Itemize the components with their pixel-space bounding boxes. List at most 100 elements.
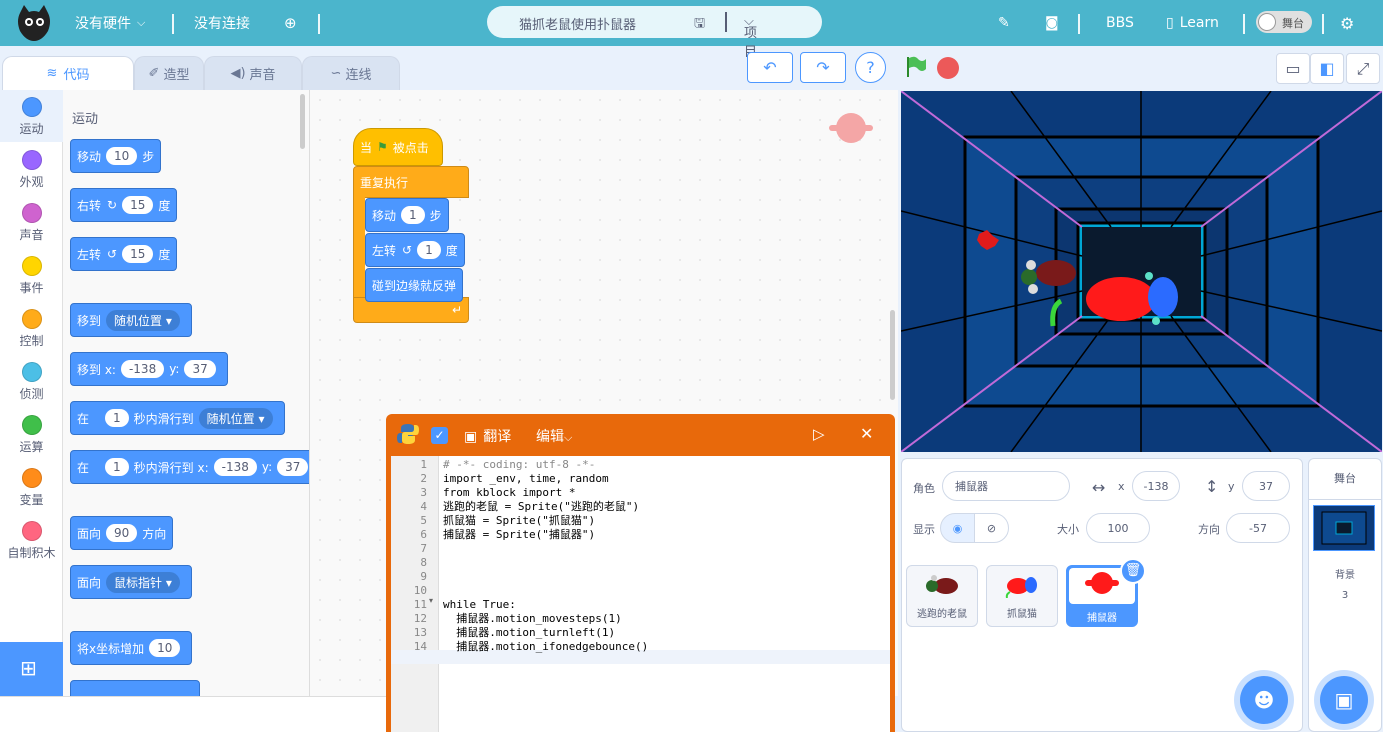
block-move-steps[interactable]: 移动 10 步 (70, 139, 162, 173)
block-input[interactable]: 37 (184, 360, 216, 378)
block-change-x[interactable]: 将x坐标增加 10 (70, 631, 193, 665)
undo-button[interactable]: ↶ (747, 52, 793, 83)
add-backdrop-button[interactable]: ▣ (1320, 676, 1368, 724)
block-input[interactable]: 15 (122, 196, 154, 214)
category-sensing[interactable]: 侦测 (0, 355, 63, 407)
green-flag-button[interactable] (904, 55, 928, 79)
sprite-thumb-mouse[interactable]: 逃跑的老鼠 (906, 565, 978, 627)
block-input[interactable]: 1 (105, 409, 129, 427)
block-point-direction[interactable]: 面向 90 方向 (70, 516, 174, 550)
block-bounce-on-edge[interactable]: 碰到边缘就反弹 (365, 268, 464, 302)
add-sprite-button[interactable]: ☻ (1240, 676, 1288, 724)
pencil-icon[interactable]: ✎ (998, 0, 1010, 46)
category-variables[interactable]: 变量 (0, 461, 63, 513)
sprite-name-input[interactable]: 捕鼠器 (942, 471, 1070, 501)
category-events[interactable]: 事件 (0, 249, 63, 301)
block-input[interactable]: 10 (106, 147, 138, 165)
translate-button[interactable]: ▣ 翻译 (464, 426, 511, 446)
block-input[interactable]: 10 (149, 639, 181, 657)
code-line[interactable]: 捕鼠器 = Sprite("捕鼠器") (443, 528, 595, 542)
block-dropdown[interactable]: 随机位置 ▾ (106, 309, 180, 331)
python-sync-checkbox[interactable]: ✓ (431, 427, 448, 444)
fullscreen-button[interactable]: ⤢ (1346, 53, 1380, 84)
code-line[interactable]: 捕鼠器.motion_turnleft(1) (443, 626, 615, 640)
block-input[interactable]: 15 (122, 245, 154, 263)
x-input[interactable]: -138 (1132, 471, 1180, 501)
code-line[interactable]: while True: (443, 598, 516, 612)
tab-code[interactable]: ≋ 代码 (2, 56, 134, 90)
run-button[interactable]: ▷ (813, 425, 825, 443)
fold-arrow-icon[interactable]: ▾ (429, 596, 433, 605)
category-looks[interactable]: 外观 (0, 143, 63, 195)
block-input[interactable]: -138 (213, 458, 257, 476)
close-button[interactable]: ✕ (860, 424, 873, 443)
category-sound[interactable]: 声音 (0, 196, 63, 248)
block-input[interactable]: 1 (417, 241, 441, 259)
connection-menu[interactable]: 没有连接 (194, 0, 250, 46)
direction-input[interactable]: -57 (1226, 513, 1290, 543)
block-glide[interactable]: 在 1 秒内滑行到 随机位置 ▾ (70, 401, 285, 435)
sprite-thumb-cat[interactable]: 抓鼠猫 (986, 565, 1058, 627)
block-goto-xy[interactable]: 移到 x: -138 y: 37 (70, 352, 228, 386)
normal-stage-button[interactable]: ◧ (1310, 53, 1344, 84)
app-logo[interactable] (14, 0, 54, 46)
project-menu[interactable]: 项目 ⌵ (744, 14, 757, 60)
backdrop-thumbnail[interactable] (1313, 505, 1375, 551)
palette-scrollbar[interactable] (300, 94, 305, 149)
code-line[interactable]: 捕鼠器.motion_ifonedgebounce() (443, 640, 648, 654)
tab-sounds[interactable]: ◀) 声音 (204, 56, 302, 90)
learn-link[interactable]: ▯ Learn (1166, 0, 1219, 46)
hardware-menu[interactable]: 没有硬件 ⌵ (75, 0, 145, 46)
redo-button[interactable]: ↷ (800, 52, 846, 83)
block-turn-left[interactable]: 左转 ↺ 1 度 (365, 233, 465, 267)
code-line[interactable]: 抓鼠猫 = Sprite("抓鼠猫") (443, 514, 595, 528)
edit-menu[interactable]: 编辑⌵ (536, 426, 572, 446)
block-goto[interactable]: 移到 随机位置 ▾ (70, 303, 192, 337)
block-dropdown[interactable]: 鼠标指针 ▾ (106, 571, 180, 593)
stage-mode-toggle[interactable]: 舞台 (1256, 11, 1312, 33)
block-partial[interactable] (70, 680, 200, 696)
stage-canvas[interactable] (901, 91, 1382, 452)
block-dropdown[interactable]: 随机位置 ▾ (198, 407, 273, 429)
code-line[interactable]: 逃跑的老鼠 = Sprite("逃跑的老鼠") (443, 500, 639, 514)
gear-icon[interactable]: ⚙ (1340, 0, 1354, 46)
block-input[interactable]: -138 (120, 360, 165, 378)
size-input[interactable]: 100 (1086, 513, 1150, 543)
project-title-input[interactable]: 猫抓老鼠使用扑鼠器 (519, 14, 636, 33)
category-motion[interactable]: 运动 (0, 90, 63, 142)
block-point-towards[interactable]: 面向 鼠标指针 ▾ (70, 565, 192, 599)
tab-wiring[interactable]: ∽ 连线 (302, 56, 400, 90)
save-icon[interactable]: 🖫 (694, 14, 705, 36)
globe-icon[interactable]: ⊕ (284, 0, 297, 46)
y-input[interactable]: 37 (1242, 471, 1290, 501)
add-extension-button[interactable]: ⊞ (0, 642, 63, 696)
code-editor[interactable]: 123456789101112131415 ▾ # -*- coding: ut… (391, 456, 890, 732)
block-input[interactable]: 1 (401, 206, 425, 224)
tab-label: 造型 (163, 68, 190, 83)
code-line[interactable]: import _env, time, random (443, 472, 609, 486)
category-control[interactable]: 控制 (0, 302, 63, 354)
block-input[interactable]: 1 (105, 458, 129, 476)
block-input[interactable]: 90 (106, 524, 138, 542)
category-my-blocks[interactable]: 自制积木 (0, 514, 63, 566)
block-glide-xy[interactable]: 在 1 秒内滑行到 x: -138 y: 37 (70, 450, 309, 484)
script-scrollbar[interactable] (890, 310, 895, 400)
code-line[interactable]: from kblock import * (443, 486, 575, 500)
block-turn-left[interactable]: 左转 ↺ 15 度 (70, 237, 178, 271)
stop-button[interactable] (937, 57, 959, 79)
help-button[interactable]: ? (855, 52, 886, 83)
block-input[interactable]: 37 (277, 458, 309, 476)
category-operators[interactable]: 运算 (0, 408, 63, 460)
small-stage-button[interactable]: ▭ (1276, 53, 1310, 84)
show-visible-button[interactable]: ◉ (940, 513, 975, 543)
camera-icon[interactable]: ◙ (1045, 0, 1059, 46)
block-turn-right[interactable]: 右转 ↻ 15 度 (70, 188, 178, 222)
code-line[interactable]: 捕鼠器.motion_movesteps(1) (443, 612, 621, 626)
tab-costumes[interactable]: ✐ 造型 (134, 56, 204, 90)
show-hidden-button[interactable]: ⊘ (974, 513, 1009, 543)
block-when-flag-clicked[interactable]: 当 ⚑ 被点击 (353, 128, 443, 166)
delete-sprite-button[interactable]: 🗑 (1120, 558, 1146, 584)
code-line[interactable]: # -*- coding: utf-8 -*- (443, 458, 595, 472)
block-move-steps[interactable]: 移动 1 步 (365, 198, 449, 232)
bbs-link[interactable]: BBS (1106, 0, 1134, 46)
